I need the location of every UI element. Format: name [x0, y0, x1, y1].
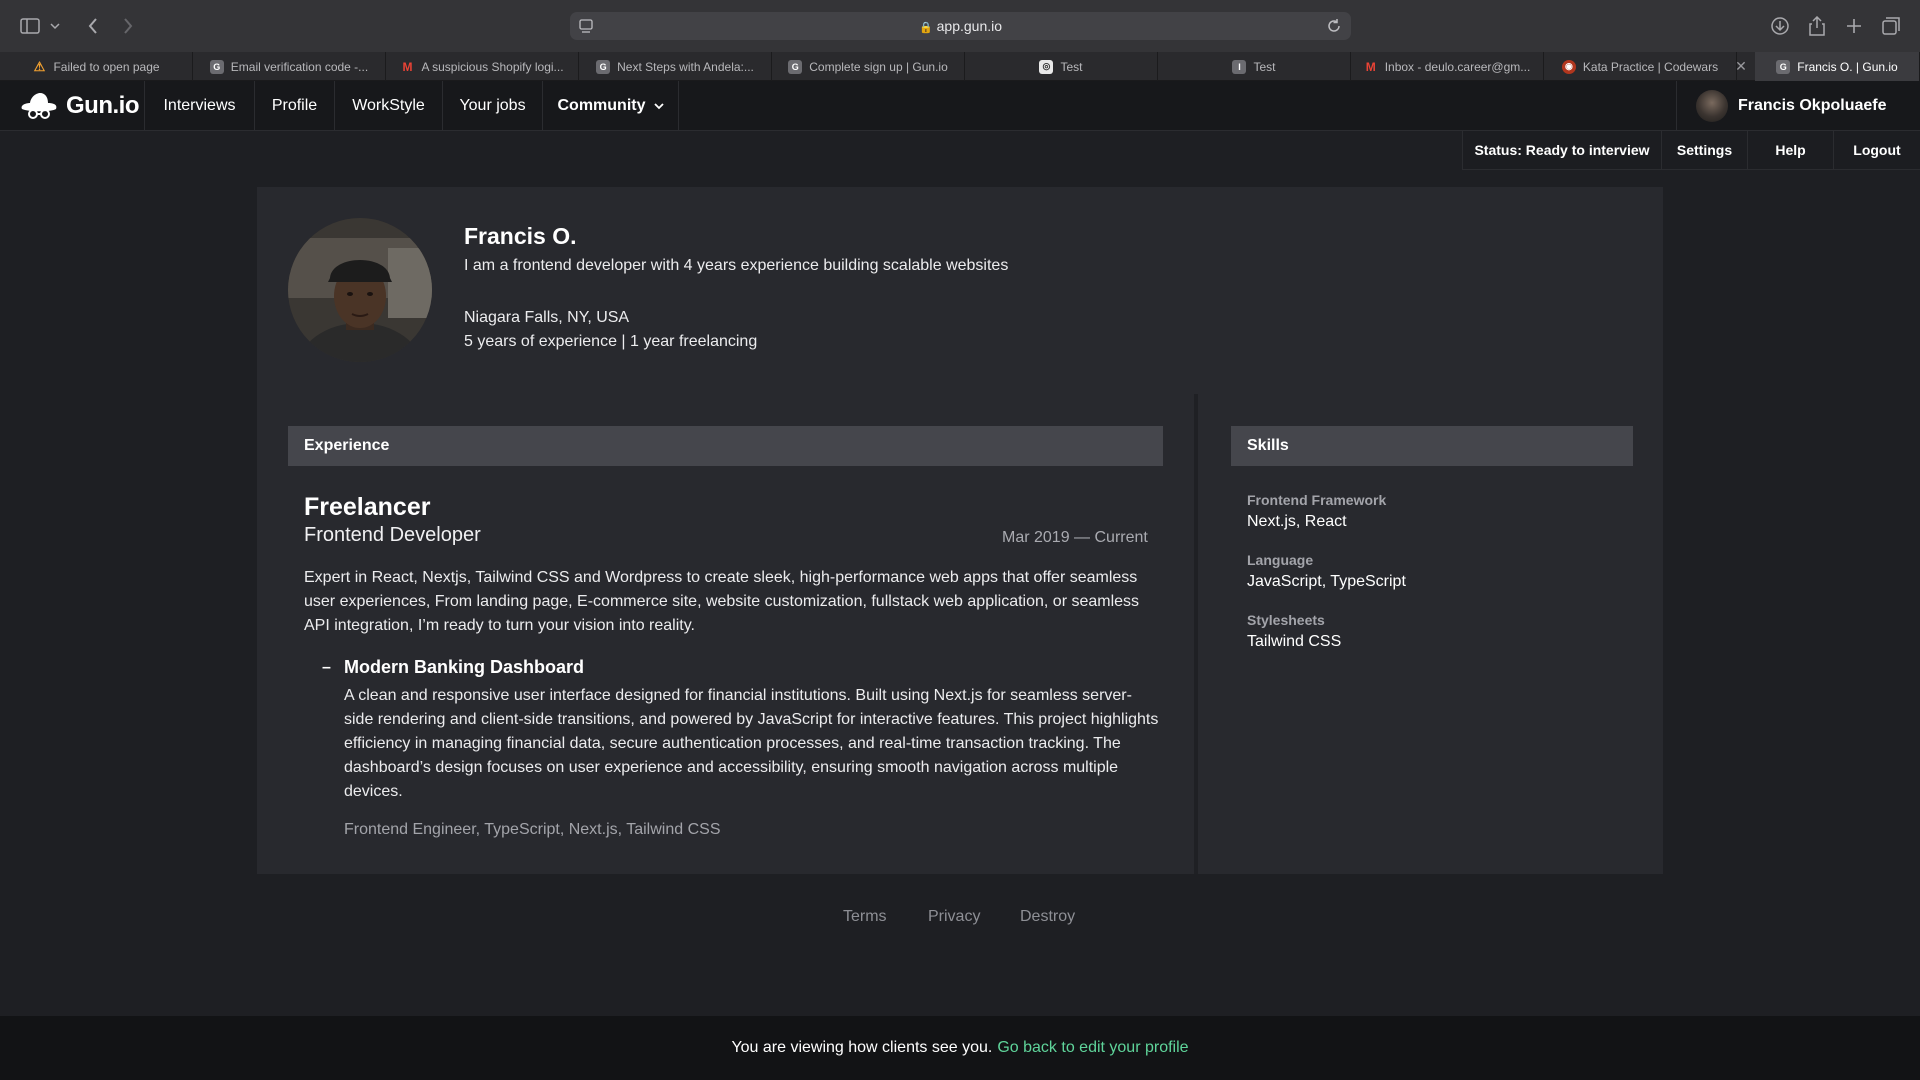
experience-description: Expert in React, Nextjs, Tailwind CSS an…: [304, 569, 1140, 634]
preview-banner: You are viewing how clients see you. Go …: [0, 1016, 1920, 1080]
project-description: A clean and responsive user interface de…: [344, 687, 1159, 800]
download-icon[interactable]: [1768, 14, 1792, 38]
profile-location: Niagara Falls, NY, USA: [464, 309, 630, 326]
forward-arrow-icon[interactable]: [116, 14, 140, 38]
profile-experience-summary: 5 years of experience | 1 year freelanci…: [464, 333, 758, 350]
avatar: [1696, 90, 1728, 122]
lock-icon: 🔒: [918, 22, 933, 34]
account-subnav: Status: Ready to interview Settings Help…: [1462, 131, 1920, 170]
project-bullet: –: [322, 659, 331, 676]
browser-tab[interactable]: G Next Steps with Andela:...: [579, 52, 772, 81]
profile-name: Francis O.: [464, 223, 577, 249]
browser-tab[interactable]: M A suspicious Shopify logi...: [386, 52, 579, 81]
experience-dates: Mar 2019 — Current: [1002, 529, 1148, 546]
back-arrow-icon[interactable]: [81, 14, 105, 38]
gunio-icon: G: [209, 59, 224, 74]
experience-role: Frontend Developer: [304, 524, 481, 546]
gunio-icon: G: [788, 59, 803, 74]
nav-community-label: Community: [557, 97, 646, 114]
column-divider: [1194, 394, 1198, 874]
skill-group-label: Frontend Framework: [1247, 492, 1387, 508]
footer-privacy-link[interactable]: Privacy: [928, 908, 980, 926]
browser-tab[interactable]: I Test: [1158, 52, 1351, 81]
codewars-icon: ◉: [1561, 59, 1576, 74]
browser-tab[interactable]: ◎ Test: [965, 52, 1158, 81]
gunio-logo[interactable]: Gun.io: [18, 89, 139, 123]
footer-terms-link[interactable]: Terms: [843, 908, 887, 926]
nav-your-jobs[interactable]: Your jobs: [443, 81, 543, 131]
hat-icon: [21, 93, 57, 119]
nav-workstyle[interactable]: WorkStyle: [335, 81, 443, 131]
browser-tab[interactable]: ◉ Kata Practice | Codewars: [1544, 52, 1737, 81]
skill-group-value: Next.js, React: [1247, 513, 1347, 530]
logo-text: Gun.io: [66, 92, 139, 119]
new-tab-icon[interactable]: [1842, 14, 1866, 38]
skill-group-value: Tailwind CSS: [1247, 633, 1342, 650]
footer-destroy-link[interactable]: Destroy: [1020, 908, 1075, 926]
gmail-icon: M: [402, 59, 413, 74]
profile-avatar: [288, 218, 432, 362]
browser-tab[interactable]: ⚠ Failed to open page: [0, 52, 193, 81]
user-name: Francis Okpoluaefe: [1738, 97, 1887, 114]
gmail-icon: M: [1365, 59, 1376, 74]
nav-interviews[interactable]: Interviews: [144, 81, 255, 131]
preview-message: You are viewing how clients see you.: [731, 1039, 993, 1056]
tab-bar: ⚠ Failed to open page G Email verificati…: [0, 52, 1920, 81]
target-icon: ◎: [1039, 59, 1054, 74]
profile-card: Francis O. I am a frontend developer wit…: [257, 187, 1663, 874]
address-bar[interactable]: 🔒 app.gun.io: [570, 12, 1351, 40]
url-text: 🔒 app.gun.io: [918, 18, 1003, 34]
help-link[interactable]: Help: [1747, 131, 1833, 170]
browser-tab[interactable]: M Inbox - deulo.career@gm...: [1351, 52, 1544, 81]
browser-tab[interactable]: G Complete sign up | Gun.io: [772, 52, 965, 81]
profile-tagline: I am a frontend developer with 4 years e…: [464, 257, 1009, 274]
project-tags: Frontend Engineer, TypeScript, Next.js, …: [344, 821, 721, 838]
browser-tab[interactable]: G Email verification code -...: [193, 52, 386, 81]
reload-icon[interactable]: [1325, 17, 1343, 35]
user-menu[interactable]: Francis Okpoluaefe: [1676, 81, 1920, 131]
browser-toolbar: 🔒 app.gun.io: [0, 0, 1920, 52]
tab-overview-icon[interactable]: [1879, 14, 1903, 38]
nav-community[interactable]: Community: [543, 81, 679, 131]
skill-group-label: Language: [1247, 552, 1314, 568]
warning-icon: ⚠: [33, 58, 46, 74]
sidebar-toggle-icon[interactable]: [18, 14, 42, 38]
share-icon[interactable]: [1805, 14, 1829, 38]
settings-link[interactable]: Settings: [1661, 131, 1747, 170]
experience-company: Freelancer: [304, 493, 431, 521]
edit-profile-link[interactable]: Go back to edit your profile: [997, 1039, 1188, 1057]
chevron-down-icon: [653, 102, 664, 110]
close-tab-icon[interactable]: ✕: [1733, 52, 1749, 81]
skills-heading: Skills: [1231, 426, 1633, 466]
browser-tab-active[interactable]: G Francis O. | Gun.io: [1755, 52, 1920, 81]
experience-heading: Experience: [288, 426, 1163, 466]
logout-link[interactable]: Logout: [1833, 131, 1920, 170]
chevron-down-icon[interactable]: [48, 14, 62, 38]
app-navbar: Gun.io Interviews Profile WorkStyle Your…: [0, 81, 1920, 131]
gunio-icon: G: [1776, 59, 1791, 74]
project-title: Modern Banking Dashboard: [344, 657, 585, 677]
gunio-icon: G: [596, 59, 611, 74]
skill-group-value: JavaScript, TypeScript: [1247, 573, 1406, 590]
letter-i-icon: I: [1232, 59, 1247, 74]
status-button[interactable]: Status: Ready to interview: [1462, 131, 1661, 170]
nav-profile[interactable]: Profile: [255, 81, 335, 131]
skill-group-label: Stylesheets: [1247, 612, 1325, 628]
